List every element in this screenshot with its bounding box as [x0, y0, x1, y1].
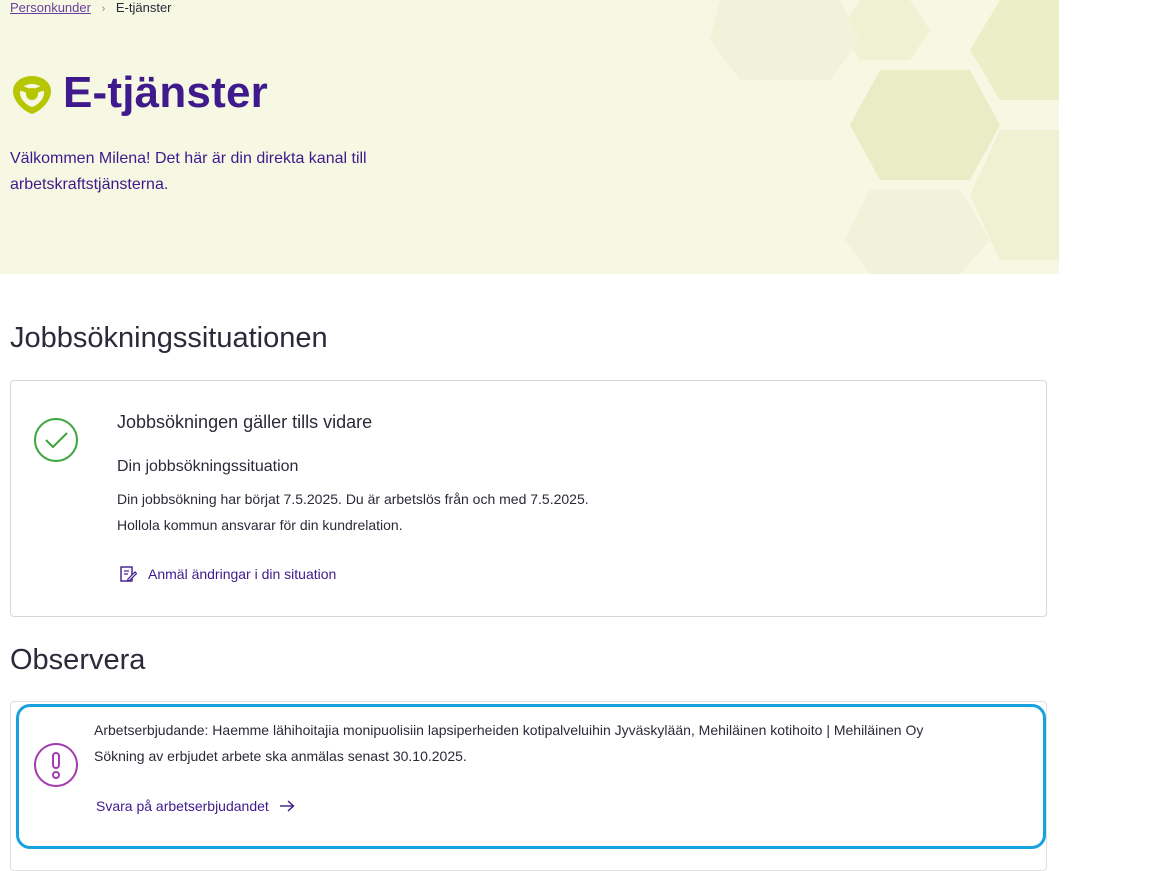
- breadcrumb: Personkunder › E-tjänster: [10, 0, 172, 15]
- breadcrumb-current: E-tjänster: [115, 0, 172, 15]
- arrow-right-icon: [279, 800, 295, 812]
- hero-banner: Personkunder › E-tjänster E-tjänster Väl…: [0, 0, 1059, 274]
- job-situation-card: Jobbsökningen gäller tills vidare Din jo…: [10, 380, 1047, 617]
- check-circle-icon: [34, 418, 78, 462]
- job-offer-deadline: Sökning av erbjudet arbete ska anmälas s…: [94, 748, 467, 764]
- report-changes-label: Anmäl ändringar i din situation: [148, 566, 337, 582]
- job-offer-title: Arbetserbjudande: Haemme lähihoitajia mo…: [94, 722, 924, 738]
- exclamation-circle-icon: [34, 743, 78, 787]
- job-situation-subheading: Din jobbsökningssituation: [117, 458, 299, 475]
- respond-job-offer-link[interactable]: Svara på arbetserbjudandet: [96, 798, 295, 814]
- respond-job-offer-label: Svara på arbetserbjudandet: [96, 798, 269, 814]
- breadcrumb-home-link[interactable]: Personkunder: [10, 0, 91, 15]
- chevron-right-icon: ›: [101, 3, 106, 15]
- brand-logo-icon: [13, 76, 51, 114]
- page-title: E-tjänster: [63, 68, 268, 117]
- notice-heading: Observera: [10, 644, 146, 676]
- welcome-text: Välkommen Milena! Det här är din direkta…: [10, 150, 367, 193]
- hexagon-pattern: [710, 0, 1059, 274]
- report-changes-link[interactable]: Anmäl ändringar i din situation: [119, 565, 336, 583]
- municipality-text: Hollola kommun ansvarar för din kundrela…: [117, 517, 403, 533]
- edit-document-icon: [120, 566, 137, 582]
- job-situation-heading: Jobbsökningssituationen: [10, 322, 328, 354]
- job-status-title: Jobbsökningen gäller tills vidare: [117, 412, 373, 432]
- job-start-text: Din jobbsökning har börjat 7.5.2025. Du …: [117, 491, 589, 507]
